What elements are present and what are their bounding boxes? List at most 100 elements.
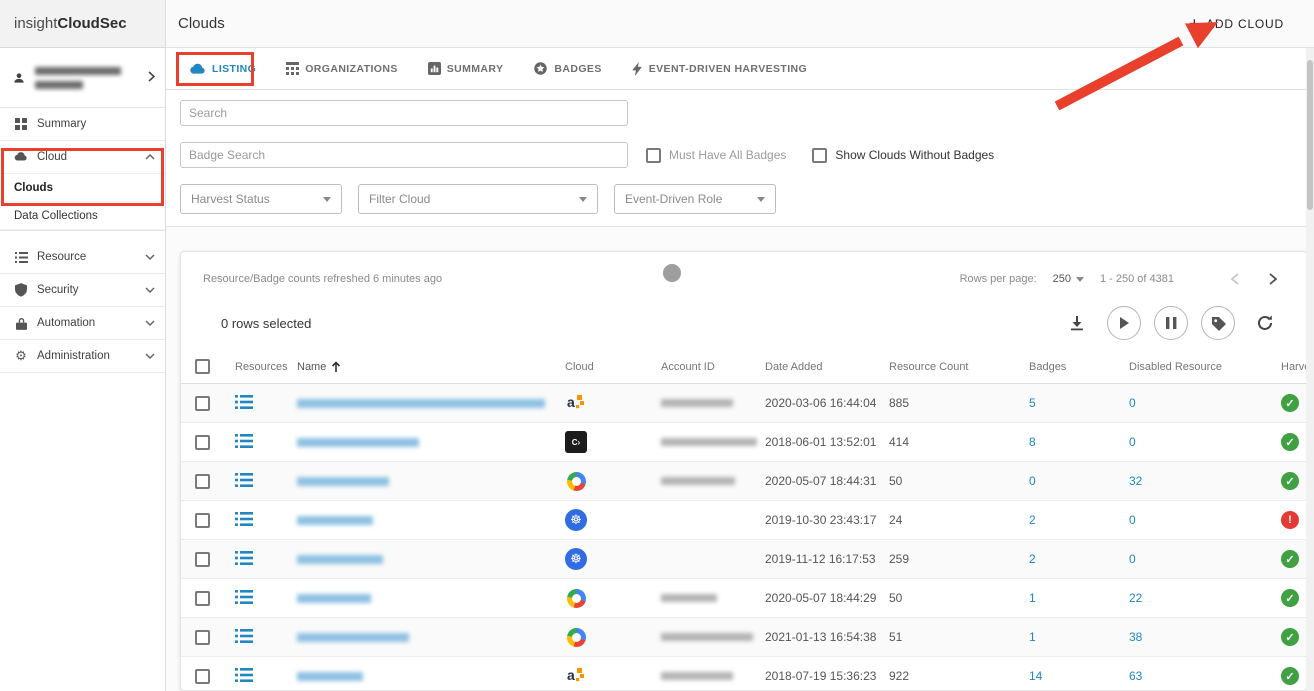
badges-count-link[interactable]: 1 bbox=[1029, 630, 1036, 644]
column-date-added[interactable]: Date Added bbox=[765, 361, 889, 373]
row-checkbox[interactable] bbox=[195, 473, 210, 489]
column-harvest[interactable]: Harvest bbox=[1281, 361, 1306, 373]
previous-page-button[interactable] bbox=[1224, 268, 1246, 290]
date-added-value: 2018-06-01 13:52:01 bbox=[765, 435, 877, 449]
disabled-resource-link[interactable]: 63 bbox=[1129, 669, 1142, 683]
list-icon bbox=[14, 250, 28, 264]
sidebar-item-resource[interactable]: Resource bbox=[0, 241, 165, 274]
tab-organizations[interactable]: ORGANIZATIONS bbox=[286, 62, 398, 75]
download-button[interactable] bbox=[1060, 306, 1094, 340]
resources-list-icon[interactable] bbox=[235, 550, 253, 568]
tab-label: LISTING bbox=[212, 62, 257, 75]
cloud-name-redacted[interactable] bbox=[297, 515, 373, 525]
cloud-name-redacted[interactable] bbox=[297, 632, 409, 642]
search-input[interactable] bbox=[180, 100, 628, 126]
next-page-button[interactable] bbox=[1262, 268, 1284, 290]
harvest-status-dropdown[interactable]: Harvest Status bbox=[180, 184, 342, 214]
harvest-ok-icon: ✓ bbox=[1281, 628, 1299, 646]
column-cloud[interactable]: Cloud bbox=[565, 361, 661, 373]
cloud-name-redacted[interactable] bbox=[297, 593, 371, 603]
sidebar-item-security[interactable]: Security bbox=[0, 274, 165, 307]
rows-per-page-value: 250 bbox=[1052, 273, 1071, 285]
select-all-checkbox[interactable] bbox=[195, 359, 210, 374]
disabled-resource-link[interactable]: 0 bbox=[1129, 552, 1136, 566]
table-actions bbox=[1060, 306, 1282, 340]
resources-list-icon[interactable] bbox=[235, 472, 253, 490]
resources-list-icon[interactable] bbox=[235, 511, 253, 529]
resume-harvest-button[interactable] bbox=[1107, 306, 1141, 340]
disabled-resource-link[interactable]: 0 bbox=[1129, 396, 1136, 410]
sidebar-item-clouds[interactable]: Clouds bbox=[0, 174, 165, 202]
resources-list-icon[interactable] bbox=[235, 394, 253, 412]
date-added-value: 2019-11-12 16:17:53 bbox=[765, 552, 876, 566]
badges-count-link[interactable]: 5 bbox=[1029, 396, 1036, 410]
badge-search-input[interactable] bbox=[180, 142, 628, 168]
column-name[interactable]: Name bbox=[297, 361, 565, 373]
tab-event-driven-harvesting[interactable]: EVENT-DRIVEN HARVESTING bbox=[631, 61, 807, 76]
filter-cloud-dropdown[interactable]: Filter Cloud bbox=[358, 184, 598, 214]
rows-per-page-select[interactable]: 250 bbox=[1053, 273, 1084, 285]
resources-list-icon[interactable] bbox=[235, 667, 253, 685]
badges-count-link[interactable]: 2 bbox=[1029, 552, 1036, 566]
sidebar-item-data-collections[interactable]: Data Collections bbox=[0, 202, 165, 230]
refresh-button[interactable] bbox=[1248, 306, 1282, 340]
cloud-name-redacted[interactable] bbox=[297, 554, 383, 564]
grid-icon bbox=[14, 117, 28, 131]
disabled-resource-link[interactable]: 32 bbox=[1129, 474, 1142, 488]
sidebar-item-automation[interactable]: Automation bbox=[0, 307, 165, 340]
show-clouds-without-badges-checkbox[interactable]: Show Clouds Without Badges bbox=[812, 147, 994, 163]
badges-count-link[interactable]: 2 bbox=[1029, 513, 1036, 527]
vertical-scrollbar[interactable] bbox=[1306, 48, 1314, 691]
dropdown-label: Filter Cloud bbox=[369, 192, 431, 206]
disabled-resource-link[interactable]: 38 bbox=[1129, 630, 1142, 644]
add-cloud-button[interactable]: + ADD CLOUD bbox=[1189, 14, 1284, 34]
scrollbar-thumb[interactable] bbox=[1307, 60, 1313, 210]
tab-summary[interactable]: SUMMARY bbox=[427, 62, 504, 75]
tab-listing[interactable]: LISTING bbox=[190, 61, 256, 77]
sidebar-item-summary[interactable]: Summary bbox=[0, 108, 165, 141]
harvest-ok-icon: ✓ bbox=[1281, 433, 1299, 451]
disabled-resource-link[interactable]: 22 bbox=[1129, 591, 1142, 605]
resources-list-icon[interactable] bbox=[235, 628, 253, 646]
play-icon bbox=[1120, 317, 1129, 329]
sidebar-item-cloud[interactable]: Cloud bbox=[0, 141, 165, 174]
column-account-id[interactable]: Account ID bbox=[661, 361, 765, 373]
account-id-redacted bbox=[661, 672, 733, 680]
checkbox-icon[interactable] bbox=[646, 147, 661, 163]
cloud-name-redacted[interactable] bbox=[297, 398, 545, 408]
row-checkbox[interactable] bbox=[195, 512, 210, 528]
disabled-resource-link[interactable]: 0 bbox=[1129, 513, 1136, 527]
tab-badges[interactable]: BADGES bbox=[533, 61, 601, 76]
rows-selected-label: 0 rows selected bbox=[221, 315, 312, 331]
badges-count-link[interactable]: 0 bbox=[1029, 474, 1036, 488]
column-disabled-resource[interactable]: Disabled Resource bbox=[1129, 361, 1281, 373]
row-checkbox[interactable] bbox=[195, 668, 210, 684]
user-profile[interactable] bbox=[0, 48, 165, 108]
badges-count-link[interactable]: 14 bbox=[1029, 669, 1042, 683]
event-driven-role-dropdown[interactable]: Event-Driven Role bbox=[614, 184, 776, 214]
apply-badges-button[interactable] bbox=[1201, 306, 1235, 340]
resources-list-icon[interactable] bbox=[235, 433, 253, 451]
cloud-name-redacted[interactable] bbox=[297, 476, 389, 486]
must-have-all-badges-checkbox[interactable]: Must Have All Badges bbox=[646, 147, 786, 163]
checkbox-icon[interactable] bbox=[812, 147, 828, 163]
row-checkbox[interactable] bbox=[195, 629, 210, 645]
row-checkbox[interactable] bbox=[195, 551, 210, 567]
harvest-ok-icon: ✓ bbox=[1281, 472, 1299, 490]
pause-harvest-button[interactable] bbox=[1154, 306, 1188, 340]
row-checkbox[interactable] bbox=[195, 395, 210, 411]
cloud-name-redacted[interactable] bbox=[297, 671, 363, 681]
disabled-resource-link[interactable]: 0 bbox=[1129, 435, 1136, 449]
cloud-nav-group: Cloud Clouds Data Collections bbox=[0, 141, 165, 231]
column-resource-count[interactable]: Resource Count bbox=[889, 361, 1029, 373]
sidebar-item-administration[interactable]: ⚙ Administration bbox=[0, 340, 165, 373]
tab-label: BADGES bbox=[554, 62, 602, 75]
row-checkbox[interactable] bbox=[195, 434, 210, 450]
row-checkbox[interactable] bbox=[195, 590, 210, 606]
column-badges[interactable]: Badges bbox=[1029, 361, 1129, 373]
badges-count-link[interactable]: 8 bbox=[1029, 435, 1036, 449]
badges-count-link[interactable]: 1 bbox=[1029, 591, 1036, 605]
resources-list-icon[interactable] bbox=[235, 589, 253, 607]
column-resources[interactable]: Resources bbox=[235, 361, 297, 373]
cloud-name-redacted[interactable] bbox=[297, 437, 419, 447]
